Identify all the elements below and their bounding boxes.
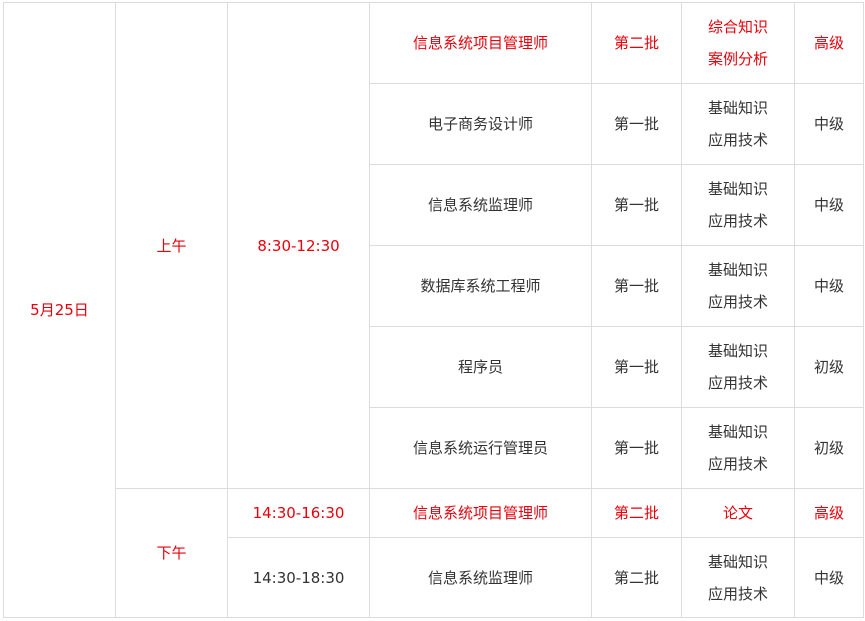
morning-time-cell: 8:30-12:30 <box>227 2 370 489</box>
level-cell: 高级 <box>794 2 864 84</box>
level-cell: 中级 <box>794 245 864 327</box>
subject-label: 基础知识 <box>707 99 768 117</box>
subject-label: 基础知识 <box>707 552 768 571</box>
level-cell: 初级 <box>794 326 864 408</box>
batch-cell: 第一批 <box>591 326 682 408</box>
exam-name-cell: 信息系统项目管理师 <box>369 2 592 84</box>
subject-label: 应用技术 <box>707 584 768 603</box>
subject-label: 基础知识 <box>707 261 768 279</box>
level-cell: 中级 <box>794 83 864 165</box>
time-cell: 14:30-18:30 <box>227 537 370 618</box>
subject-label: 基础知识 <box>707 423 768 441</box>
subjects-cell: 综合知识 案例分析 <box>681 2 795 84</box>
session-afternoon-cell: 下午 <box>115 488 228 618</box>
subjects-cell: 基础知识 应用技术 <box>681 164 795 246</box>
subjects-cell: 基础知识 应用技术 <box>681 326 795 408</box>
subject-label: 应用技术 <box>707 131 768 149</box>
subjects-cell: 基础知识 应用技术 <box>681 407 795 489</box>
session-morning-cell: 上午 <box>115 2 228 489</box>
subject-label: 应用技术 <box>707 293 768 311</box>
exam-schedule-table: 5月25日 上午 8:30-12:30 信息系统项目管理师 第二批 综合知识 案… <box>3 2 864 618</box>
subjects-cell: 论文 <box>681 488 795 538</box>
exam-name-cell: 信息系统监理师 <box>369 164 592 246</box>
level-cell: 中级 <box>794 164 864 246</box>
subject-label: 应用技术 <box>707 455 768 473</box>
subject-label: 应用技术 <box>707 374 768 392</box>
batch-cell: 第一批 <box>591 164 682 246</box>
subject-label: 基础知识 <box>707 342 768 360</box>
exam-name-cell: 信息系统项目管理师 <box>369 488 592 538</box>
exam-name-cell: 信息系统监理师 <box>369 537 592 618</box>
batch-cell: 第二批 <box>591 537 682 618</box>
table-row: 下午 14:30-16:30 信息系统项目管理师 第二批 论文 高级 <box>4 488 864 618</box>
subjects-cell: 基础知识 应用技术 <box>681 245 795 327</box>
subject-label: 基础知识 <box>707 180 768 198</box>
table-row: 5月25日 上午 8:30-12:30 信息系统项目管理师 第二批 综合知识 案… <box>3 2 864 618</box>
exam-name-cell: 数据库系统工程师 <box>369 245 592 327</box>
subject-label: 案例分析 <box>707 50 768 68</box>
subject-label: 综合知识 <box>707 18 768 36</box>
batch-cell: 第二批 <box>591 2 682 84</box>
batch-cell: 第二批 <box>591 488 682 538</box>
exam-name-cell: 程序员 <box>369 326 592 408</box>
batch-cell: 第一批 <box>591 245 682 327</box>
batch-cell: 第一批 <box>591 407 682 489</box>
time-cell: 14:30-16:30 <box>227 488 370 538</box>
level-cell: 初级 <box>794 407 864 489</box>
batch-cell: 第一批 <box>591 83 682 165</box>
subjects-cell: 基础知识 应用技术 <box>681 83 795 165</box>
exam-name-cell: 电子商务设计师 <box>369 83 592 165</box>
level-cell: 高级 <box>794 488 864 538</box>
exam-date-cell: 5月25日 <box>3 2 116 618</box>
subjects-cell: 基础知识 应用技术 <box>681 537 795 618</box>
exam-name-cell: 信息系统运行管理员 <box>369 407 592 489</box>
subject-label: 应用技术 <box>707 212 768 230</box>
level-cell: 中级 <box>794 537 864 618</box>
